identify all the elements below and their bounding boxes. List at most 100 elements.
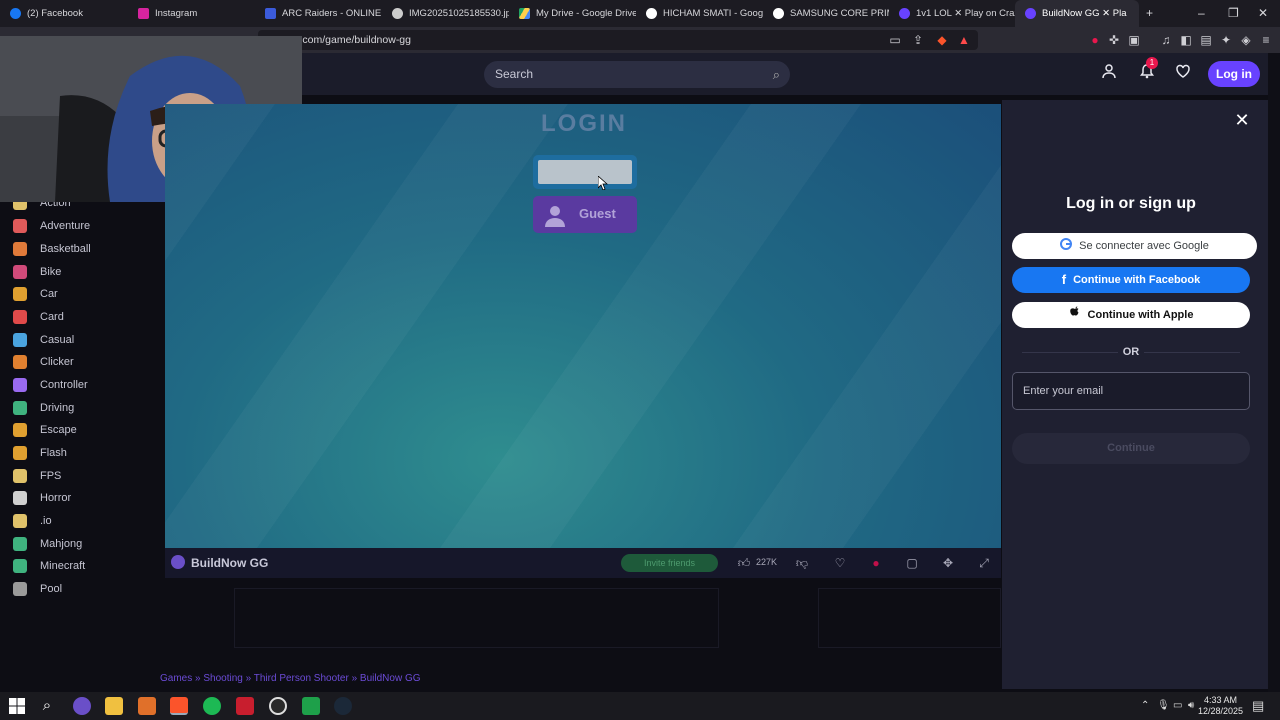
- sidebar-item-mahjong[interactable]: Mahjong: [0, 533, 134, 555]
- new-tab-button[interactable]: +: [1146, 6, 1153, 20]
- breadcrumb[interactable]: Games » Shooting » Third Person Shooter …: [160, 673, 421, 684]
- tab-google-drive[interactable]: My Drive - Google Drive: [509, 0, 636, 27]
- car-icon: [13, 287, 27, 301]
- tab-instagram[interactable]: Instagram: [128, 0, 255, 27]
- obs-icon[interactable]: [269, 697, 287, 715]
- steam-icon[interactable]: [334, 697, 352, 715]
- sidebar-item-label: Pool: [40, 583, 63, 595]
- arc-raiders-favicon-icon: [265, 8, 276, 19]
- extensions-puzzle-icon[interactable]: ✜: [1106, 32, 1122, 48]
- pool-icon: [13, 582, 27, 596]
- spotify-icon[interactable]: [203, 697, 221, 715]
- login-button[interactable]: Log in: [1208, 61, 1260, 87]
- tab-buildnow-gg[interactable]: BuildNow GG ✕ Pla: [1015, 0, 1139, 27]
- volume-icon[interactable]: 🔊︎: [1188, 700, 1194, 711]
- sidebar-item-io[interactable]: .io: [0, 510, 134, 532]
- address-bar[interactable]: games.com/game/buildnow-gg: [258, 30, 978, 50]
- comment-icon[interactable]: ▢: [904, 555, 920, 571]
- maximize-button[interactable]: ❐: [1228, 6, 1239, 20]
- discord-icon[interactable]: [73, 697, 91, 715]
- sidebar-item-controller[interactable]: Controller: [0, 374, 134, 396]
- theater-mode-icon[interactable]: ✥: [940, 555, 956, 571]
- game-username-input[interactable]: [533, 155, 637, 189]
- sidebar-item-driving[interactable]: Driving: [0, 397, 134, 419]
- minimize-button[interactable]: –: [1198, 6, 1205, 20]
- tray-chevron-icon[interactable]: ⌃: [1141, 700, 1149, 711]
- tab-1v1-lol[interactable]: 1v1 LOL ✕ Play on Crazy: [889, 0, 1015, 27]
- app-icon[interactable]: [138, 697, 156, 715]
- tab-samsung[interactable]: SAMSUNG CORE PRIME -: [763, 0, 889, 27]
- game-launcher-icon[interactable]: [302, 697, 320, 715]
- close-window-button[interactable]: ✕: [1258, 6, 1268, 20]
- sidebar-item-minecraft[interactable]: Minecraft: [0, 555, 134, 577]
- brave-rewards-icon[interactable]: ▲: [956, 32, 972, 48]
- sidebar-item-horror[interactable]: Horror: [0, 487, 134, 509]
- google-signin-button[interactable]: Se connecter avec Google: [1012, 233, 1257, 259]
- sidebar-item-card[interactable]: Card: [0, 306, 134, 328]
- heart-icon[interactable]: [1170, 62, 1196, 88]
- sidebar-item-clicker[interactable]: Clicker: [0, 351, 134, 373]
- fullscreen-icon[interactable]: ⤢: [976, 555, 992, 571]
- vpn-icon[interactable]: ◈: [1238, 32, 1254, 48]
- sidebar-item-bike[interactable]: Bike: [0, 261, 134, 283]
- search-icon[interactable]: ⌕: [38, 697, 56, 715]
- brave-shields-icon[interactable]: ◆: [934, 32, 950, 48]
- microphone-icon[interactable]: 🎙︎: [1157, 700, 1170, 711]
- panel-title: Log in or sign up: [1066, 195, 1196, 212]
- sidebar-item-escape[interactable]: Escape: [0, 419, 134, 441]
- google-favicon-icon: [646, 8, 657, 19]
- sidebar-item-label: Car: [40, 288, 58, 300]
- cast-icon[interactable]: ▭: [887, 32, 903, 48]
- google-icon: [1060, 233, 1073, 259]
- thumbs-down-icon[interactable]: 👎︎: [794, 555, 810, 571]
- compass-icon: [13, 219, 27, 233]
- facebook-signin-button[interactable]: f Continue with Facebook: [1012, 267, 1250, 293]
- sidebar-toggle-icon[interactable]: ◧: [1178, 32, 1194, 48]
- leo-ai-icon[interactable]: ✦: [1218, 32, 1234, 48]
- favorite-icon[interactable]: ♡: [832, 555, 848, 571]
- wallet-icon[interactable]: ▤: [1198, 32, 1214, 48]
- card-icon: [13, 310, 27, 324]
- sidebar-item-pool[interactable]: Pool: [0, 578, 134, 600]
- search-input[interactable]: Search ⌕: [484, 61, 790, 88]
- tab-label: 1v1 LOL ✕ Play on Crazy: [916, 8, 1015, 19]
- browser-tab-strip: (2) Facebook Instagram ARC Raiders - ONL…: [0, 0, 1280, 27]
- mahjong-icon: [13, 537, 27, 551]
- notification-center-icon[interactable]: ▤: [1252, 698, 1264, 714]
- email-field[interactable]: Enter your email: [1012, 372, 1250, 410]
- sidebar-item-fps[interactable]: FPS: [0, 465, 134, 487]
- thumbs-up-icon[interactable]: 👍︎: [736, 555, 752, 571]
- tab-facebook[interactable]: (2) Facebook: [0, 0, 128, 27]
- network-icon[interactable]: ▭: [1173, 700, 1182, 711]
- share-icon[interactable]: ⇪: [910, 32, 926, 48]
- apple-signin-button[interactable]: Continue with Apple: [1012, 302, 1250, 328]
- record-icon[interactable]: ●: [868, 555, 884, 571]
- extension-icon[interactable]: ●: [1087, 32, 1103, 48]
- tab-arc-raiders[interactable]: ARC Raiders - ONLINE | G: [255, 0, 382, 27]
- sidebar-item-flash[interactable]: Flash: [0, 442, 134, 464]
- driving-icon: [13, 401, 27, 415]
- game-canvas[interactable]: LOGIN Guest: [165, 104, 1001, 548]
- sidebar-item-adventure[interactable]: Adventure: [0, 215, 134, 237]
- brave-browser-icon[interactable]: [170, 697, 188, 715]
- file-explorer-icon[interactable]: [105, 697, 123, 715]
- voicemod-icon[interactable]: [236, 697, 254, 715]
- sidebar-item-car[interactable]: Car: [0, 283, 134, 305]
- system-clock[interactable]: 4:33 AM 12/28/2025: [1198, 695, 1243, 717]
- sidebar-item-basketball[interactable]: Basketball: [0, 238, 134, 260]
- friends-icon[interactable]: [1096, 62, 1122, 88]
- clock-time: 4:33 AM: [1204, 695, 1238, 705]
- fps-icon: [13, 469, 27, 483]
- continue-button[interactable]: Continue: [1012, 433, 1250, 464]
- invite-friends-button[interactable]: Invite friends: [621, 554, 718, 572]
- media-icon[interactable]: ♫: [1158, 32, 1174, 48]
- tab-google-search[interactable]: HICHAM SMATI - Google: [636, 0, 763, 27]
- page-scrollbar[interactable]: [1268, 53, 1280, 692]
- windows-start-icon[interactable]: [8, 697, 26, 715]
- game-guest-button[interactable]: Guest: [533, 196, 637, 233]
- tab-image[interactable]: IMG20251025185530.jpg: [382, 0, 509, 27]
- menu-icon[interactable]: ≡: [1258, 32, 1274, 48]
- sidebar-item-casual[interactable]: Casual: [0, 329, 134, 351]
- close-icon[interactable]: ✕: [1232, 110, 1252, 130]
- screenshot-icon[interactable]: ▣: [1126, 32, 1142, 48]
